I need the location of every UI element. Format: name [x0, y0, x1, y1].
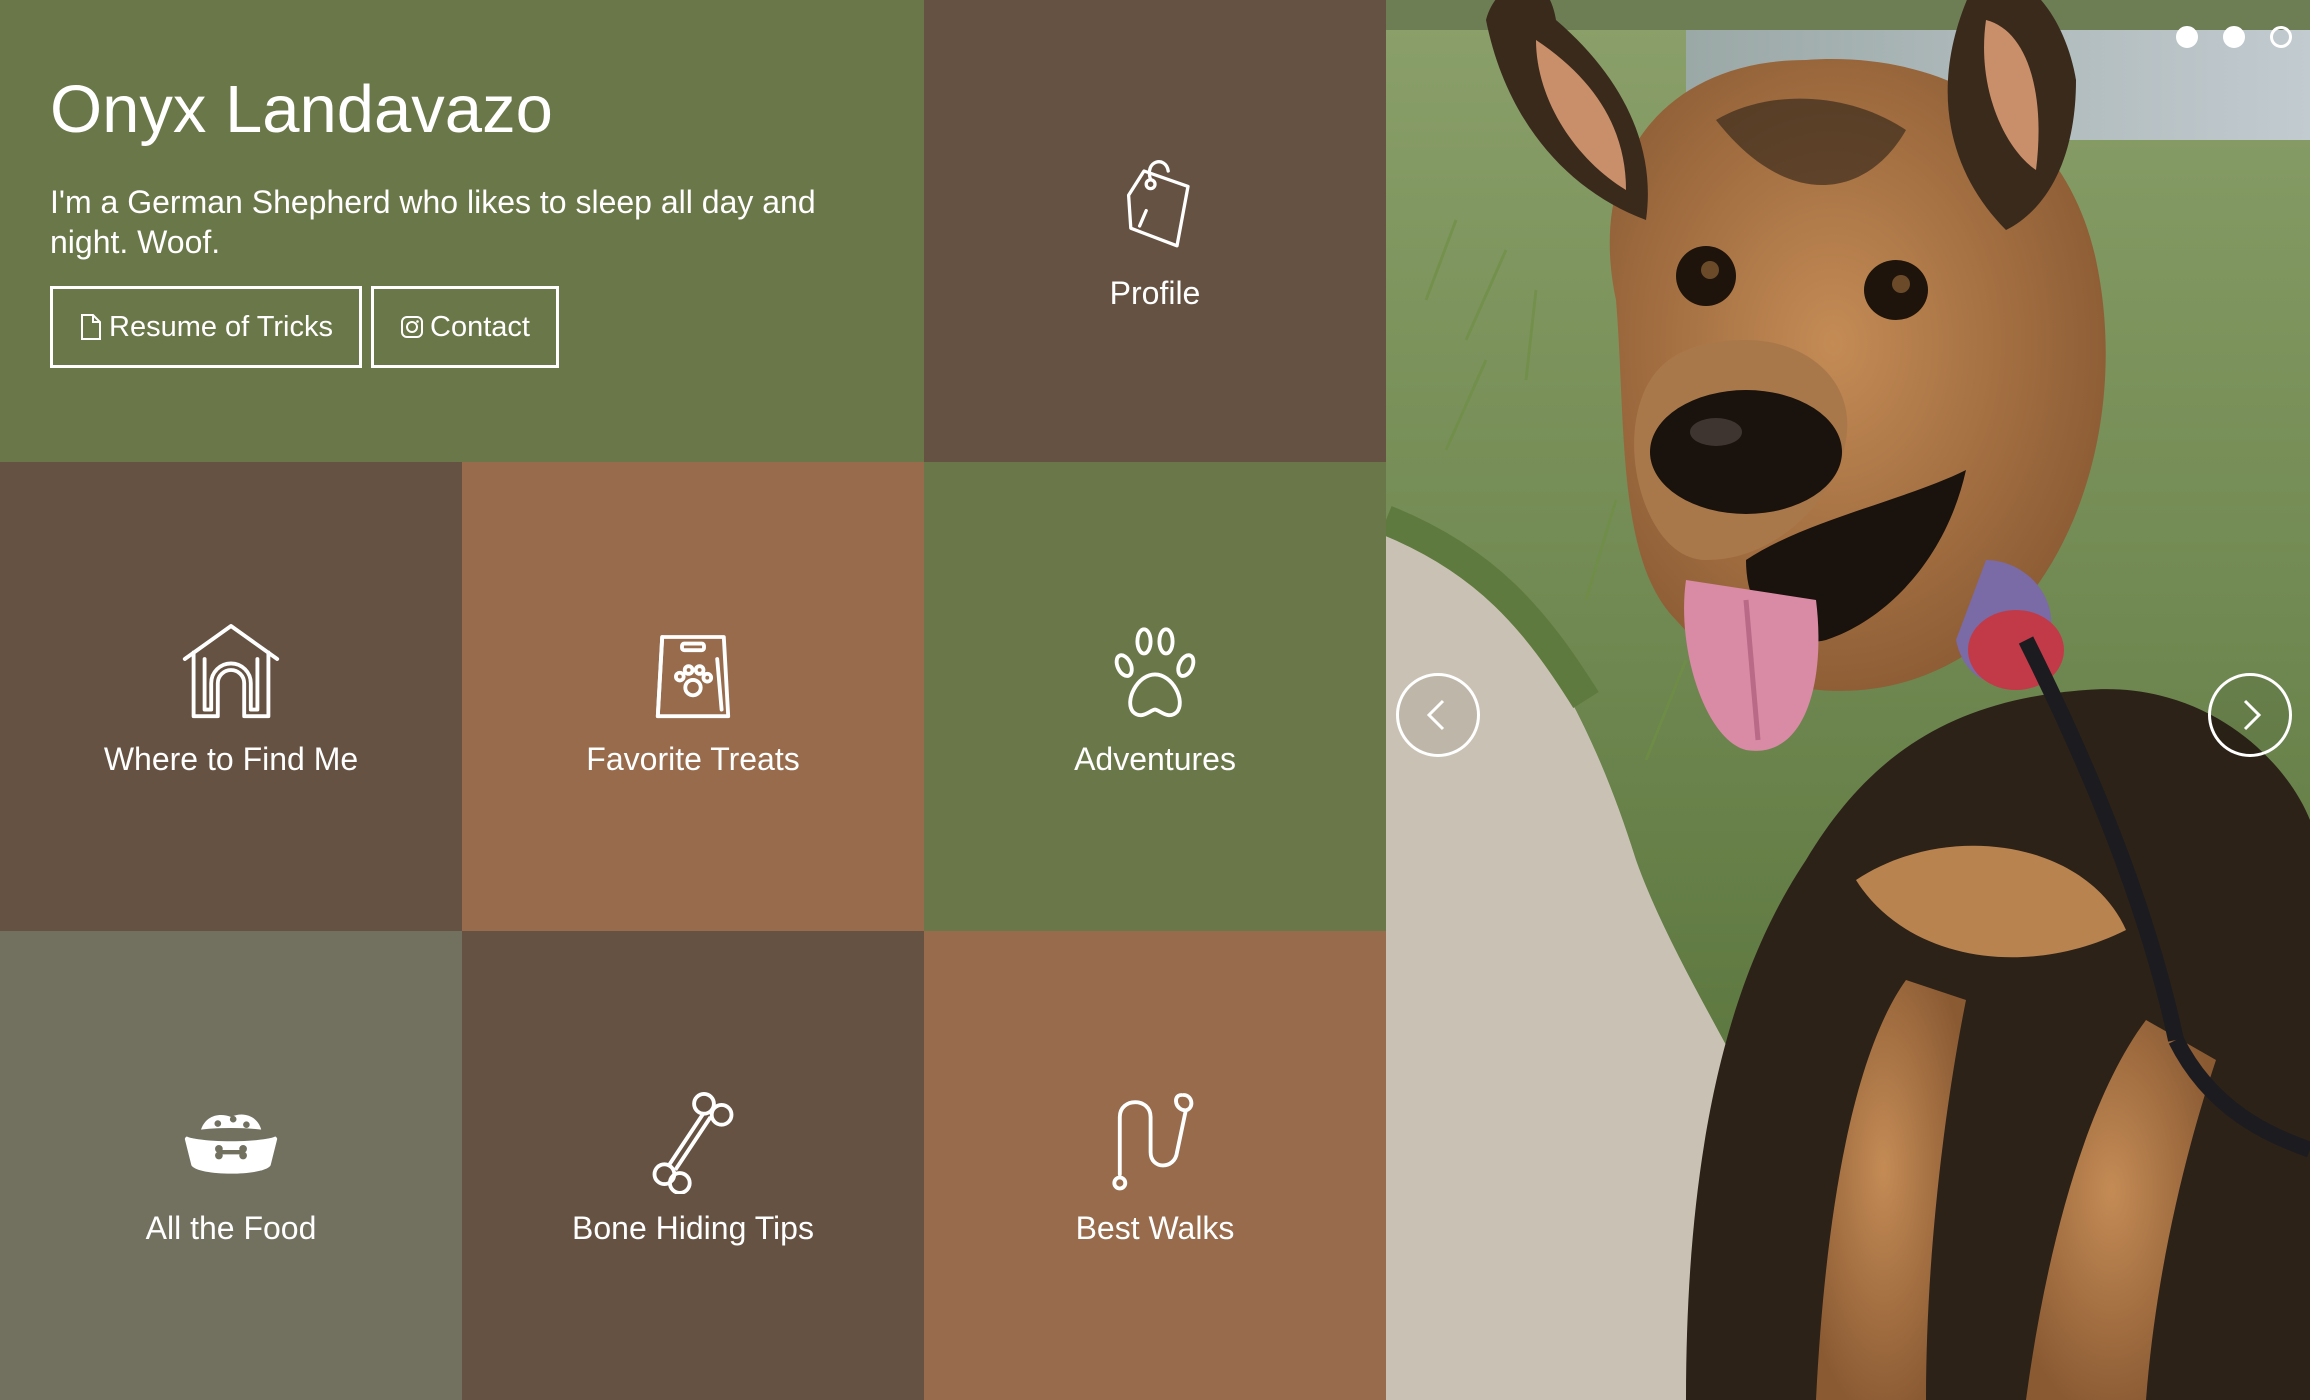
resume-button-label: Resume of Tricks	[109, 310, 333, 343]
paw-icon	[1100, 615, 1210, 725]
german-shepherd-photo	[1386, 0, 2310, 1400]
photo-carousel	[1386, 0, 2310, 1400]
tile-label: Adventures	[1074, 740, 1236, 777]
chevron-left-icon	[1426, 699, 1445, 731]
file-icon	[81, 314, 101, 340]
carousel-next-button[interactable]	[2208, 673, 2292, 757]
tile-all-the-food[interactable]: All the Food	[0, 931, 462, 1400]
tile-label: All the Food	[145, 1209, 317, 1246]
tag-icon	[1100, 149, 1210, 259]
treat-bag-icon	[638, 615, 748, 725]
carousel-dot[interactable]	[2223, 26, 2245, 48]
house-icon	[176, 615, 286, 725]
tile-label: Profile	[1109, 275, 1201, 311]
bone-icon	[638, 1084, 748, 1194]
tile-favorite-treats[interactable]: Favorite Treats	[462, 462, 924, 931]
food-bowl-icon	[176, 1084, 286, 1194]
tile-adventures[interactable]: Adventures	[924, 462, 1386, 931]
tile-bone-hiding-tips[interactable]: Bone Hiding Tips	[462, 931, 924, 1400]
bio-text: I'm a German Shepherd who likes to sleep…	[50, 184, 816, 260]
tile-where-to-find-me[interactable]: Where to Find Me	[0, 462, 462, 931]
tile-label: Bone Hiding Tips	[572, 1209, 814, 1246]
tile-profile[interactable]: Profile	[924, 0, 1386, 462]
contact-button[interactable]: Contact	[371, 286, 559, 368]
page-title: Onyx Landavazo	[50, 72, 553, 147]
instagram-icon	[401, 316, 423, 338]
intro-panel: Onyx Landavazo I'm a German Shepherd who…	[0, 0, 924, 462]
tile-grid: Onyx Landavazo I'm a German Shepherd who…	[0, 0, 1386, 1400]
tile-label: Best Walks	[1075, 1209, 1235, 1246]
tile-label: Favorite Treats	[586, 740, 800, 777]
hero-buttons: Resume of Tricks Contact	[50, 286, 874, 368]
tile-label: Where to Find Me	[103, 740, 359, 777]
leash-icon	[1100, 1084, 1210, 1194]
chevron-right-icon	[2243, 699, 2262, 731]
tile-best-walks[interactable]: Best Walks	[924, 931, 1386, 1400]
contact-button-label: Contact	[430, 310, 530, 343]
resume-button[interactable]: Resume of Tricks	[50, 286, 362, 368]
carousel-dot[interactable]	[2176, 26, 2198, 48]
carousel-dot[interactable]	[2270, 26, 2292, 48]
carousel-prev-button[interactable]	[1396, 673, 1480, 757]
carousel-indicators	[2176, 26, 2292, 48]
